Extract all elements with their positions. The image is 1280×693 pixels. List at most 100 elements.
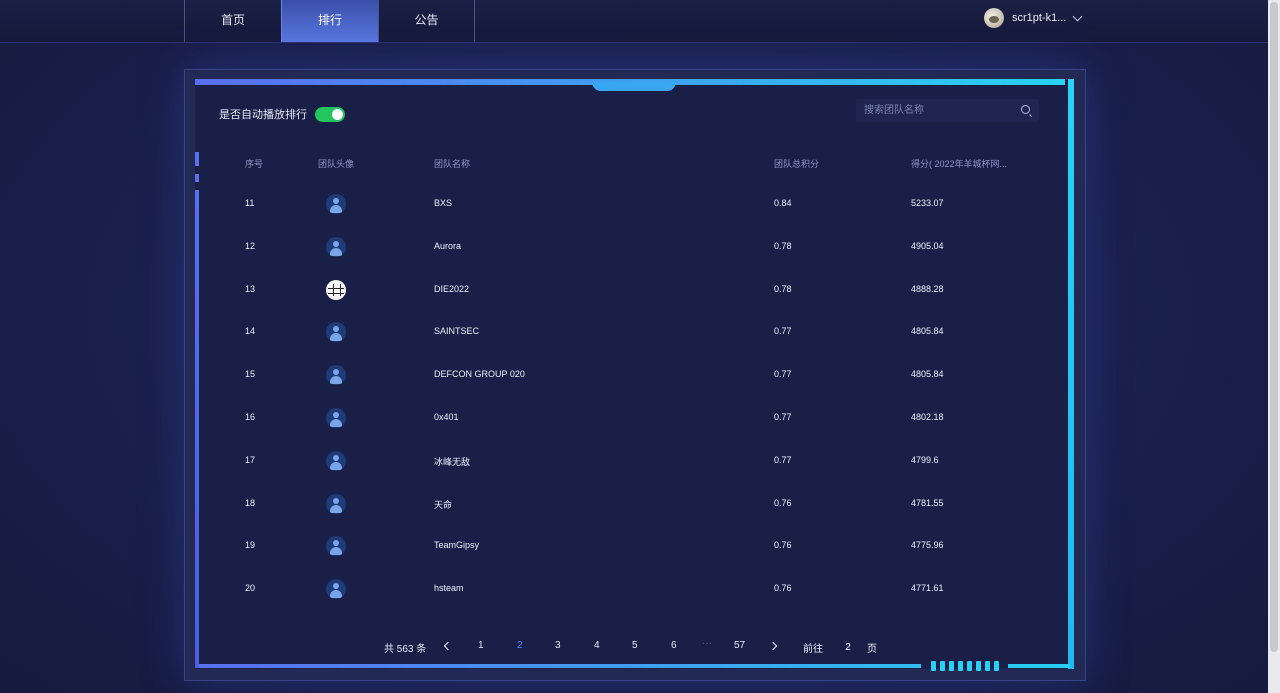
pagination-total: 共 563 条 bbox=[384, 644, 427, 655]
header-total-score: 团队总积分 bbox=[774, 159, 820, 169]
cell-rank: 17 bbox=[245, 454, 256, 465]
cell-rank: 20 bbox=[245, 583, 256, 594]
cell-rank: 11 bbox=[245, 198, 255, 208]
user-name: scr1pt-k1... bbox=[1012, 12, 1067, 24]
cell-rank: 15 bbox=[245, 369, 256, 380]
table-row[interactable]: 11 BXS 0.84 5233.07 bbox=[0, 183, 1280, 226]
cell-total-score: 0.77 bbox=[774, 369, 792, 380]
frame-pill bbox=[949, 661, 954, 671]
chevron-down-icon[interactable] bbox=[1072, 11, 1083, 21]
cell-rank: 14 bbox=[245, 326, 256, 337]
goto-label: 前往 bbox=[803, 644, 823, 655]
frame-left-marker bbox=[195, 174, 199, 182]
cell-team-name: hsteam bbox=[434, 583, 464, 594]
search-icon[interactable] bbox=[1021, 105, 1030, 114]
header-team-name: 团队名称 bbox=[434, 159, 471, 169]
autoplay-control: 是否自动播放排行 bbox=[219, 106, 345, 122]
chevron-right-icon[interactable] bbox=[768, 641, 778, 651]
ranking-table-body: 11 BXS 0.84 5233.07 12 Aurora 0.78 4905.… bbox=[0, 183, 1280, 611]
page-2[interactable]: 2 bbox=[517, 640, 523, 651]
frame-top-notch bbox=[592, 82, 676, 91]
user-avatar bbox=[984, 8, 1004, 28]
frame-pill bbox=[931, 661, 936, 671]
default-avatar-icon bbox=[326, 322, 346, 343]
cell-rank: 13 bbox=[245, 283, 256, 294]
default-avatar-icon bbox=[326, 536, 346, 557]
frame-pill bbox=[967, 661, 972, 671]
page-suffix: 页 bbox=[867, 644, 877, 655]
cell-team-name: 0x401 bbox=[434, 411, 459, 422]
cell-score: 4781.55 bbox=[911, 497, 944, 508]
header-score: 得分( 2022年羊城杯网... bbox=[911, 159, 1008, 169]
cell-team-name: SAINTSEC bbox=[434, 326, 480, 337]
table-row[interactable]: 19 TeamGipsy 0.76 4775.96 bbox=[0, 525, 1280, 568]
cell-total-score: 0.76 bbox=[774, 497, 792, 508]
table-row[interactable]: 20 hsteam 0.76 4771.61 bbox=[0, 568, 1280, 611]
top-nav-bar: 首页 排行 公告 scr1pt-k1... bbox=[0, 0, 1280, 43]
team-search bbox=[856, 99, 1039, 122]
pagination: 共 563 条 1 2 3 4 5 6 ··· 57 前往 页 bbox=[0, 638, 1280, 656]
team-logo-icon bbox=[326, 279, 346, 300]
frame-bottom-border-right bbox=[1008, 664, 1070, 668]
cell-rank: 19 bbox=[245, 540, 256, 551]
frame-pill bbox=[976, 661, 981, 671]
cell-total-score: 0.76 bbox=[774, 583, 792, 594]
main-nav: 首页 排行 公告 bbox=[184, 0, 475, 42]
cell-total-score: 0.78 bbox=[774, 240, 792, 251]
autoplay-label: 是否自动播放排行 bbox=[219, 109, 307, 121]
table-row[interactable]: 15 DEFCON GROUP 020 0.77 4805.84 bbox=[0, 354, 1280, 397]
page-6[interactable]: 6 bbox=[671, 640, 677, 651]
frame-pill bbox=[958, 661, 963, 671]
cell-total-score: 0.77 bbox=[774, 454, 792, 465]
cell-team-name: TeamGipsy bbox=[434, 540, 480, 551]
frame-bottom-pills bbox=[931, 661, 999, 671]
table-header: 序号 团队头像 团队名称 团队总积分 得分( 2022年羊城杯网... bbox=[0, 157, 1280, 171]
default-avatar-icon bbox=[326, 407, 346, 428]
cell-team-name: DEFCON GROUP 020 bbox=[434, 369, 525, 380]
cell-total-score: 0.78 bbox=[774, 283, 792, 294]
nav-home[interactable]: 首页 bbox=[184, 0, 281, 42]
page-3[interactable]: 3 bbox=[555, 640, 561, 651]
frame-bottom-border bbox=[199, 664, 921, 668]
toggle-knob bbox=[332, 108, 343, 120]
header-rank: 序号 bbox=[245, 159, 264, 169]
page-1[interactable]: 1 bbox=[478, 640, 484, 651]
table-row[interactable]: 17 冰峰无敌 0.77 4799.6 bbox=[0, 440, 1280, 483]
goto-page-input[interactable] bbox=[828, 638, 868, 656]
default-avatar-icon bbox=[326, 493, 346, 514]
default-avatar-icon bbox=[326, 236, 346, 257]
cell-score: 5233.07 bbox=[911, 198, 944, 208]
table-row[interactable]: 16 0x401 0.77 4802.18 bbox=[0, 397, 1280, 440]
cell-total-score: 0.76 bbox=[774, 540, 792, 551]
cell-score: 4905.04 bbox=[911, 240, 944, 251]
cell-team-name: BXS bbox=[434, 198, 453, 208]
pagination-ellipsis[interactable]: ··· bbox=[702, 638, 712, 649]
frame-pill bbox=[940, 661, 945, 671]
table-row[interactable]: 18 天命 0.76 4781.55 bbox=[0, 483, 1280, 526]
table-row[interactable]: 12 Aurora 0.78 4905.04 bbox=[0, 226, 1280, 269]
cell-team-name: 冰峰无敌 bbox=[434, 456, 471, 467]
cell-rank: 16 bbox=[245, 411, 256, 422]
cell-score: 4805.84 bbox=[911, 369, 944, 380]
cell-total-score: 0.84 bbox=[774, 198, 792, 208]
nav-announcements[interactable]: 公告 bbox=[378, 0, 475, 42]
cell-team-name: Aurora bbox=[434, 240, 462, 251]
nav-ranking[interactable]: 排行 bbox=[281, 0, 378, 42]
autoplay-toggle[interactable] bbox=[315, 106, 345, 122]
page-last[interactable]: 57 bbox=[734, 640, 745, 651]
table-row[interactable]: 14 SAINTSEC 0.77 4805.84 bbox=[0, 311, 1280, 354]
default-avatar-icon bbox=[326, 365, 346, 386]
default-avatar-icon bbox=[326, 579, 346, 600]
cell-total-score: 0.77 bbox=[774, 411, 792, 422]
cell-total-score: 0.77 bbox=[774, 326, 792, 337]
frame-pill bbox=[985, 661, 990, 671]
search-input[interactable] bbox=[856, 104, 1016, 117]
cell-score: 4805.84 bbox=[911, 326, 944, 337]
cell-score: 4802.18 bbox=[911, 411, 944, 422]
page-4[interactable]: 4 bbox=[594, 640, 600, 651]
cell-score: 4775.96 bbox=[911, 540, 944, 551]
chevron-left-icon[interactable] bbox=[443, 641, 453, 651]
user-menu[interactable]: scr1pt-k1... bbox=[984, 7, 1083, 29]
table-row[interactable]: 13 DIE2022 0.78 4888.28 bbox=[0, 269, 1280, 312]
page-5[interactable]: 5 bbox=[632, 640, 638, 651]
